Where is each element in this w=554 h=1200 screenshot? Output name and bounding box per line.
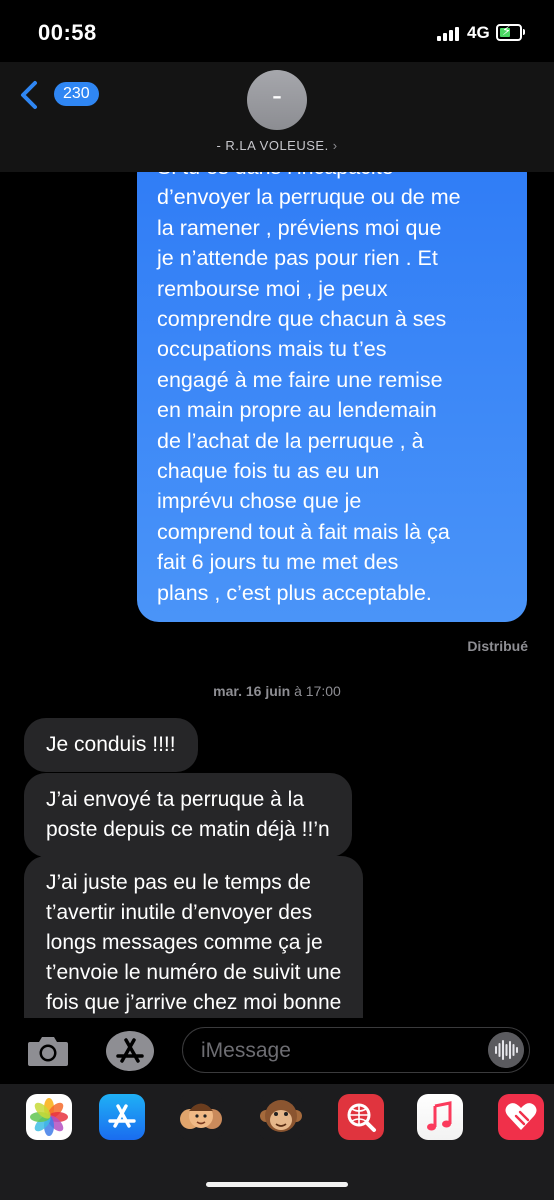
- battery-icon: ⚡: [496, 23, 525, 41]
- network-type: 4G: [467, 23, 490, 42]
- message-line: en main propre au lendemain: [157, 398, 437, 423]
- incoming-message-bubble[interactable]: J’ai envoyé ta perruque à la poste depui…: [24, 773, 352, 857]
- incoming-message-bubble[interactable]: Je conduis !!!!: [24, 718, 198, 772]
- timestamp-day: mar. 16 juin: [213, 683, 291, 699]
- message-line: je n’attende pas pour rien . Et: [157, 246, 438, 271]
- outgoing-message-bubble[interactable]: Si tu es dans l’incapacité d’envoyer la …: [137, 172, 527, 623]
- message-line: la ramener , préviens moi que: [157, 215, 442, 240]
- app-store-icon[interactable]: [105, 1030, 155, 1072]
- message-line: t’avertir inutile d’envoyer des: [46, 901, 313, 924]
- timestamp-time: à 17:00: [294, 683, 341, 699]
- waveform-icon[interactable]: [488, 1032, 524, 1068]
- music-icon[interactable]: [417, 1094, 463, 1140]
- message-line: rembourse moi , je peux: [157, 276, 388, 301]
- photos-icon[interactable]: [26, 1094, 72, 1140]
- contact-name-button[interactable]: - R.LA VOLEUSE. ›: [0, 138, 554, 153]
- contact-name: - R.LA VOLEUSE.: [216, 138, 329, 153]
- chevron-left-icon: [21, 81, 37, 109]
- camera-icon[interactable]: [26, 1034, 70, 1068]
- message-line: comprend tout à fait mais là ça: [157, 519, 450, 544]
- app-store-icon[interactable]: [99, 1094, 145, 1140]
- input-placeholder: iMessage: [201, 1039, 291, 1062]
- digital-touch-icon[interactable]: [498, 1094, 544, 1140]
- message-list[interactable]: Si tu es dans l’incapacité d’envoyer la …: [0, 172, 554, 1018]
- message-line: comprendre que chacun à ses: [157, 307, 447, 332]
- message-line: occupations mais tu t’es: [157, 337, 387, 362]
- compose-bar: iMessage: [0, 1018, 554, 1084]
- message-timestamp: mar. 16 juin à 17:00: [0, 683, 554, 699]
- message-line: d’envoyer la perruque ou de me: [157, 185, 461, 210]
- conversation-header: 230 - - R.LA VOLEUSE. ›: [0, 62, 554, 172]
- message-line: Je conduis !!!!: [46, 733, 176, 756]
- back-button[interactable]: 230: [16, 76, 99, 112]
- message-line: de l’achat de la perruque , à: [157, 428, 424, 453]
- chevron-right-icon: ›: [332, 138, 338, 153]
- avatar[interactable]: -: [247, 70, 307, 130]
- status-bar: 00:58 4G ⚡: [0, 0, 554, 62]
- status-time: 00:58: [38, 20, 97, 45]
- message-line: J’ai envoyé ta perruque à la: [46, 788, 304, 811]
- incoming-message-bubble[interactable]: J’ai juste pas eu le temps de t’avertir …: [24, 856, 364, 1018]
- memoji-icon[interactable]: [178, 1094, 224, 1140]
- home-indicator[interactable]: [206, 1182, 348, 1187]
- message-line: Si tu es dans l’incapacité: [157, 172, 507, 182]
- unread-count-badge: 230: [54, 82, 99, 106]
- web-images-icon[interactable]: [338, 1094, 384, 1140]
- message-line: plans , c’est plus acceptable.: [157, 580, 432, 605]
- message-line: t’envoie le numéro de suivit une: [46, 961, 342, 984]
- message-line: fait 6 jours tu me met des: [157, 550, 399, 575]
- message-line: poste depuis ce matin déjà !!’n: [46, 818, 330, 841]
- imessage-input[interactable]: iMessage: [182, 1027, 530, 1073]
- signal-icon: [437, 27, 463, 41]
- animoji-monkey-icon[interactable]: [258, 1094, 304, 1140]
- message-line: chaque fois tu as eu un: [157, 459, 380, 484]
- message-line: longs messages comme ça je: [46, 931, 323, 954]
- delivery-status: Distribué: [467, 638, 528, 654]
- message-line: J’ai juste pas eu le temps de: [46, 871, 311, 894]
- message-line: imprévu chose que je: [157, 489, 362, 514]
- avatar-initial: -: [272, 79, 282, 112]
- message-line: engagé à me faire une remise: [157, 367, 443, 392]
- message-line: fois que j’arrive chez moi bonne: [46, 991, 342, 1014]
